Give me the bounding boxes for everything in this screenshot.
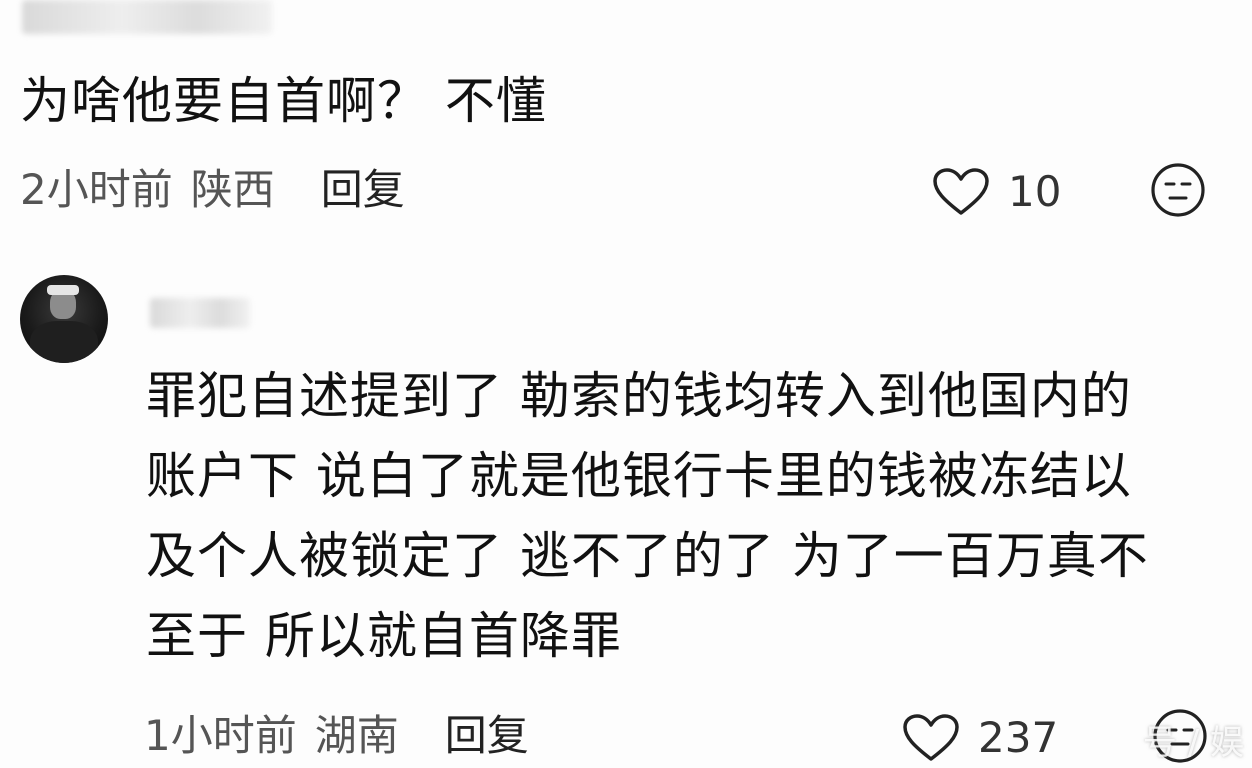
dislike-button[interactable] (1150, 162, 1206, 222)
reply-button[interactable]: 回复 (445, 711, 529, 760)
comment-thread: 为啥他要自首啊？ 不懂 2小时前 陕西 回复 10 罪犯自述提到了 勒索的钱均转入到… (0, 0, 1252, 768)
comment-location: 陕西 (190, 165, 275, 214)
like-button[interactable]: 237 (902, 710, 1058, 766)
comment-line: 至于 所以就自首降罪 (146, 607, 622, 665)
avatar[interactable] (20, 275, 108, 363)
like-count: 10 (1008, 167, 1062, 216)
comment-line: 及个人被锁定了 逃不了的了 为了一百万真不 (146, 527, 1149, 585)
comment-location: 湖南 (314, 711, 399, 760)
blurred-username (150, 298, 250, 328)
comment-time: 1小时前 (144, 711, 297, 760)
heart-outline-icon (902, 713, 960, 763)
blurred-username (22, 0, 272, 34)
comment-text: 罪犯自述提到了 勒索的钱均转入到他国内的 账户下 说白了就是他银行卡里的钱被冻结… (146, 356, 1226, 676)
comment-line: 罪犯自述提到了 勒索的钱均转入到他国内的 (146, 367, 1132, 425)
watermark: 号 / 娱 (1142, 723, 1244, 763)
comment-meta: 2小时前 陕西 回复 (20, 162, 405, 218)
like-count: 237 (978, 713, 1059, 762)
heart-outline-icon (932, 167, 990, 217)
comment-line: 账户下 说白了就是他银行卡里的钱被冻结以 (146, 447, 1132, 505)
meh-face-icon (1150, 163, 1206, 222)
comment-meta: 1小时前 湖南 回复 (144, 708, 529, 764)
reply-button[interactable]: 回复 (321, 165, 405, 214)
comment-time: 2小时前 (20, 165, 173, 214)
comment-text: 为啥他要自首啊？ 不懂 (20, 72, 547, 130)
like-button[interactable]: 10 (932, 164, 1061, 220)
